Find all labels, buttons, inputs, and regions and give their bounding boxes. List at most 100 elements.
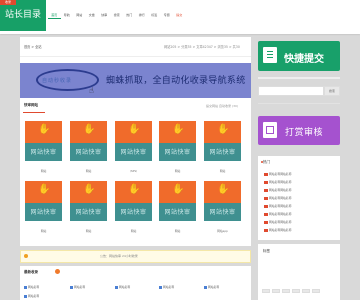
card-label: 网站快审: [164, 149, 191, 156]
card-label: 网站快审: [30, 149, 57, 156]
list-item[interactable]: 网站名称网站名称: [264, 172, 291, 176]
divider: [258, 77, 340, 79]
card-label: 网站快审: [120, 149, 147, 156]
card-label: 网站快审: [209, 209, 236, 216]
banner-slogan: 蜘蛛抓取，全自动化收录导航系统: [106, 76, 246, 86]
list-item[interactable]: 网站名称: [24, 294, 39, 298]
list-item[interactable]: 网站名称网站名称: [264, 204, 291, 208]
hand-icon: ✋: [83, 124, 96, 135]
tag-chip[interactable]: [292, 289, 300, 293]
latest-badge-icon: [55, 269, 60, 274]
tag-chip[interactable]: [312, 289, 320, 293]
site-icon: [24, 285, 27, 289]
search-button[interactable]: 搜索: [324, 86, 340, 96]
list-item[interactable]: 网站名称网站名称: [264, 196, 291, 200]
hot-panel-title: 热门: [263, 160, 270, 164]
list-item[interactable]: 网站名称: [159, 285, 174, 289]
site-card[interactable]: ✋ 网站快审: [25, 121, 62, 161]
nav-item[interactable]: 搜索: [111, 12, 124, 18]
card-caption: 网站: [40, 229, 47, 233]
hand-icon: ✋: [217, 184, 230, 195]
card-label: 网站快审: [164, 209, 191, 216]
nav-item[interactable]: 专题: [161, 12, 174, 18]
site-icon: [24, 294, 27, 298]
site-card[interactable]: ✋ 网站快审: [159, 121, 196, 161]
cursor-icon: ☝: [89, 86, 94, 95]
hand-icon: ✋: [217, 124, 230, 135]
site-icon: [159, 285, 162, 289]
breadcrumb[interactable]: 首页 > 全站: [24, 44, 41, 49]
hand-icon: ✋: [128, 124, 141, 135]
list-item[interactable]: 网站名称: [204, 285, 219, 289]
nav-item[interactable]: 排行: [136, 12, 149, 18]
banner-oval-text: 自动秒收录: [42, 78, 73, 84]
site-card[interactable]: ✋ 网站快审: [159, 181, 196, 221]
list-item[interactable]: 网站名称网站名称: [264, 228, 291, 232]
hand-icon: ✋: [83, 184, 96, 195]
site-icon: [115, 285, 118, 289]
site-card[interactable]: ✋ 网站快审: [204, 121, 241, 161]
list-item[interactable]: 网站名称: [115, 285, 130, 289]
list-item[interactable]: 网站名称网站名称: [264, 212, 291, 216]
tag-chip[interactable]: [262, 289, 270, 293]
latest-title: 最新收录: [24, 270, 38, 274]
site-card[interactable]: ✋ 网站快审: [204, 181, 241, 221]
nav-item[interactable]: 快审: [98, 12, 111, 18]
card-caption: 网站: [219, 169, 226, 173]
section-title: 快审网站: [24, 103, 38, 107]
site-card[interactable]: ✋ 网站快审: [115, 121, 152, 161]
review-icon: [263, 122, 277, 138]
site-card[interactable]: ✋ 网站快审: [115, 181, 152, 221]
list-item[interactable]: 网站名称: [70, 285, 85, 289]
hand-icon: ✋: [172, 184, 185, 195]
main-nav: 首页 导航 网站 文章 快审 搜索 热门 排行 标签 专题 提交: [48, 12, 186, 20]
nav-item[interactable]: 文章: [86, 12, 99, 18]
tag-chip[interactable]: [282, 289, 290, 293]
card-label: 网站快审: [120, 209, 147, 216]
site-icon: [70, 285, 73, 289]
list-item[interactable]: 网站名称网站名称: [264, 188, 291, 192]
card-label: 网站快审: [75, 209, 102, 216]
nav-item-home[interactable]: 首页: [48, 12, 61, 19]
card-caption: 网站: [174, 229, 181, 233]
search-input[interactable]: [258, 86, 324, 96]
card-label: 网站快审: [30, 209, 57, 216]
nav-item[interactable]: 标签: [148, 12, 161, 18]
nav-item[interactable]: 热门: [123, 12, 136, 18]
logo-ribbon: 收录: [0, 0, 16, 5]
site-card[interactable]: ✋ 网站快审: [70, 181, 107, 221]
card-caption: 网站: [40, 169, 47, 173]
tags-panel-title: 标签: [263, 249, 270, 253]
tag-chip[interactable]: [272, 289, 280, 293]
card-caption: 网站: [174, 169, 181, 173]
quick-submit-label: 快捷提交: [284, 54, 324, 65]
paid-review-label: 打赏审核: [285, 128, 324, 138]
card-caption: 网站app: [217, 229, 228, 233]
site-stats: 网站205 > 分类35 > 文章42347 > 浏览35 > 共30: [164, 45, 240, 49]
logo-text: 站长目录: [5, 10, 42, 20]
list-item[interactable]: 网站名称网站名称: [264, 180, 291, 184]
notice-icon: [24, 254, 28, 258]
submit-icon: [263, 47, 277, 63]
site-card[interactable]: ✋ 网站快审: [70, 121, 107, 161]
site-icon: [204, 285, 207, 289]
list-item[interactable]: 网站名称网站名称: [264, 220, 291, 224]
divider: [258, 103, 340, 104]
hand-icon: ✋: [172, 124, 185, 135]
section-more-link[interactable]: 提交网站 自动收录 (30): [206, 104, 238, 108]
section-underline: [23, 112, 45, 113]
list-item[interactable]: 网站名称: [24, 285, 39, 289]
card-caption: (SPS): [129, 169, 138, 173]
divider: [20, 56, 251, 57]
site-logo[interactable]: 收录 站长目录: [0, 0, 46, 31]
nav-item[interactable]: 导航: [61, 12, 74, 18]
nav-item[interactable]: 网站: [73, 12, 86, 18]
card-label: 网站快审: [209, 149, 236, 156]
hand-icon: ✋: [38, 184, 51, 195]
card-label: 网站快审: [75, 149, 102, 156]
nav-item-submit[interactable]: 提交: [173, 12, 186, 18]
card-caption: 网站: [130, 229, 137, 233]
notice-text[interactable]: 公告：网站快审 24小时收录: [100, 254, 138, 258]
tag-chip[interactable]: [302, 289, 310, 293]
site-card[interactable]: ✋ 网站快审: [25, 181, 62, 221]
